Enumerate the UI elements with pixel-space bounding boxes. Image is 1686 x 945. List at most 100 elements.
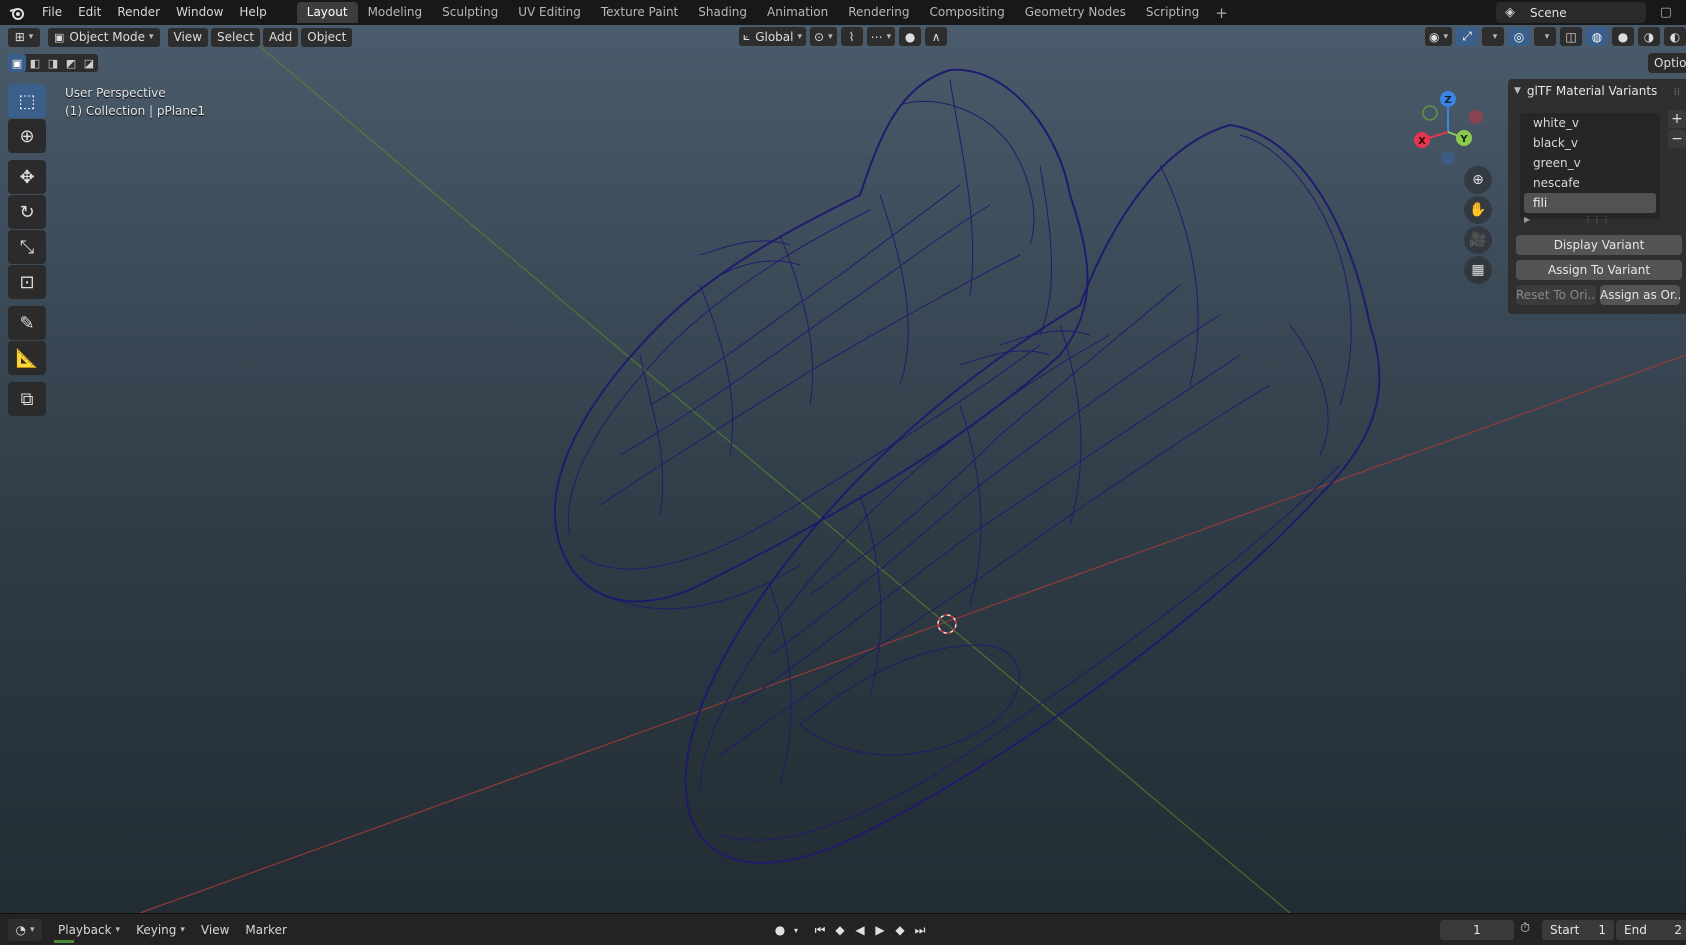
rotate-tool-icon[interactable]: ↻ [8,195,46,229]
scale-tool-icon[interactable]: ⤡ [8,230,46,264]
jump-end-icon[interactable]: ⏭ [910,920,930,940]
stopwatch-icon[interactable]: ⏱ [1520,921,1530,936]
tab-shading[interactable]: Shading [688,2,757,23]
shading-material-button[interactable]: ◑ [1638,27,1660,46]
perspective-toggle-icon[interactable]: ▦ [1464,256,1492,284]
pan-hand-icon[interactable]: ✋ [1464,196,1492,224]
select-subtract-icon[interactable]: ◨ [44,54,62,72]
add-workspace-button[interactable]: + [1209,4,1234,22]
scene-selector[interactable]: ◈ Scene ▢ [1496,2,1672,23]
next-keyframe-icon[interactable]: ◆ [890,920,910,940]
tab-texture-paint[interactable]: Texture Paint [591,2,688,23]
record-icon[interactable]: ● [770,920,790,940]
start-frame-field[interactable]: Start 1 [1542,920,1614,940]
menu-select[interactable]: Select [211,27,261,47]
play-icon[interactable]: ▶ [870,920,890,940]
list-item[interactable]: nescafe [1520,173,1660,193]
gizmo-toggle-button[interactable]: ⤢ [1456,27,1478,46]
tab-rendering[interactable]: Rendering [838,2,919,23]
tab-animation[interactable]: Animation [757,2,838,23]
select-intersect-icon[interactable]: ◪ [80,54,98,72]
xray-toggle-button[interactable]: ◫ [1560,27,1582,46]
move-tool-icon[interactable]: ✥ [8,160,46,194]
list-resize-grip-icon[interactable]: ⋮⋮⋮ [1584,215,1611,224]
jump-start-icon[interactable]: ⏮ [810,920,830,940]
tab-compositing[interactable]: Compositing [919,2,1014,23]
menu-object[interactable]: Object [301,27,353,47]
record-dropdown-icon[interactable]: ▾ [790,920,802,940]
tab-sculpting[interactable]: Sculpting [432,2,508,23]
display-variant-button[interactable]: Display Variant [1516,235,1682,255]
blender-logo-icon[interactable] [0,0,34,25]
snap-target-button[interactable]: ⋯ ▾ [866,27,896,46]
proportional-edit-button[interactable]: ● [899,27,922,46]
transform-tool-icon[interactable]: ⊡ [8,265,46,299]
timeline-view-menu[interactable]: View [193,923,237,937]
add-cube-tool-icon[interactable]: ⧉ [8,382,46,416]
remove-variant-button[interactable]: − [1668,130,1686,148]
tab-modeling[interactable]: Modeling [358,2,433,23]
gizmo-dropdown-button[interactable]: ▾ [1482,27,1504,46]
snap-toggle-button[interactable]: ⌇ [840,27,863,46]
camera-view-icon[interactable]: 🎥 [1464,226,1492,254]
tab-uv-editing[interactable]: UV Editing [508,2,591,23]
play-reverse-icon[interactable]: ◀ [850,920,870,940]
pivot-point-button[interactable]: ⊙ ▾ [810,27,837,46]
shading-rendered-button[interactable]: ◐ [1664,27,1686,46]
menu-render[interactable]: Render [109,0,168,25]
menu-file[interactable]: File [34,0,70,25]
add-variant-button[interactable]: + [1668,110,1686,128]
selection-mode-group: ▣ ◧ ◨ ◩ ◪ [8,54,98,72]
prev-keyframe-icon[interactable]: ◆ [830,920,850,940]
mode-selector[interactable]: ▣ Object Mode ▾ [48,27,160,47]
navigation-gizmo[interactable]: Z Y X [1408,86,1494,172]
menu-help[interactable]: Help [231,0,274,25]
overlays-dropdown-button[interactable]: ▾ [1534,27,1556,46]
tab-scripting[interactable]: Scripting [1136,2,1209,23]
scene-browse-icon[interactable]: ▢ [1660,5,1672,20]
overlays-toggle-button[interactable]: ◎ [1508,27,1530,46]
select-new-icon[interactable]: ▣ [8,54,26,72]
cursor-tool-icon[interactable]: ⊕ [8,119,46,153]
panel-header[interactable]: ▼ glTF Material Variants [1514,84,1657,98]
keying-menu[interactable]: Keying ▾ [128,923,193,937]
list-item[interactable]: white_v [1520,113,1660,133]
menu-edit[interactable]: Edit [70,0,109,25]
list-item[interactable]: black_v [1520,133,1660,153]
select-invert-icon[interactable]: ◩ [62,54,80,72]
assign-as-original-button[interactable]: Assign as Or... [1600,285,1680,305]
falloff-button[interactable]: ∧ [925,27,948,46]
current-frame-field[interactable]: 1 [1440,920,1514,940]
menu-window[interactable]: Window [168,0,231,25]
list-item-selected[interactable]: fili [1524,193,1656,213]
menu-view[interactable]: View [167,27,209,47]
tab-layout[interactable]: Layout [296,2,358,23]
timeline-header: ◔ ▾ Playback ▾ Keying ▾ View Marker ● ▾ ⏮ ◆… [0,913,1686,945]
assign-to-variant-button[interactable]: Assign To Variant [1516,260,1682,280]
options-button[interactable]: Options [1648,53,1686,73]
editor-type-button[interactable]: ⊞ ▾ [8,27,40,47]
shading-wireframe-button[interactable]: ◍ [1586,27,1608,46]
variants-list: white_v black_v green_v nescafe fili [1520,113,1660,219]
visibility-button[interactable]: ◉ ▾ [1424,27,1452,46]
menu-add[interactable]: Add [263,27,299,47]
annotate-tool-icon[interactable]: ✎ [8,306,46,340]
list-item[interactable]: green_v [1520,153,1660,173]
select-extend-icon[interactable]: ◧ [26,54,44,72]
drag-handle-icon[interactable]: ⁞⁞ [1674,87,1680,98]
reset-to-original-button[interactable]: Reset To Ori... [1516,285,1596,305]
chevron-down-icon: ▼ [1514,86,1521,96]
zoom-icon[interactable]: ⊕ [1464,166,1492,194]
panel-title: glTF Material Variants [1526,84,1658,98]
object-mode-icon: ▣ [54,30,65,44]
editor-type-clock-icon[interactable]: ◔ ▾ [8,918,42,941]
list-filter-expander-icon[interactable]: ▶ [1524,215,1530,224]
select-box-tool-icon[interactable]: ⬚ [8,84,46,118]
shading-solid-button[interactable]: ● [1612,27,1634,46]
marker-menu[interactable]: Marker [237,923,294,937]
tab-geometry-nodes[interactable]: Geometry Nodes [1015,2,1136,23]
playback-menu[interactable]: Playback ▾ [50,923,128,937]
measure-tool-icon[interactable]: 📐 [8,341,46,375]
end-frame-field[interactable]: End 2 [1616,920,1686,940]
transform-orientation-dropdown[interactable]: ⟀ Global ▾ [739,27,807,46]
